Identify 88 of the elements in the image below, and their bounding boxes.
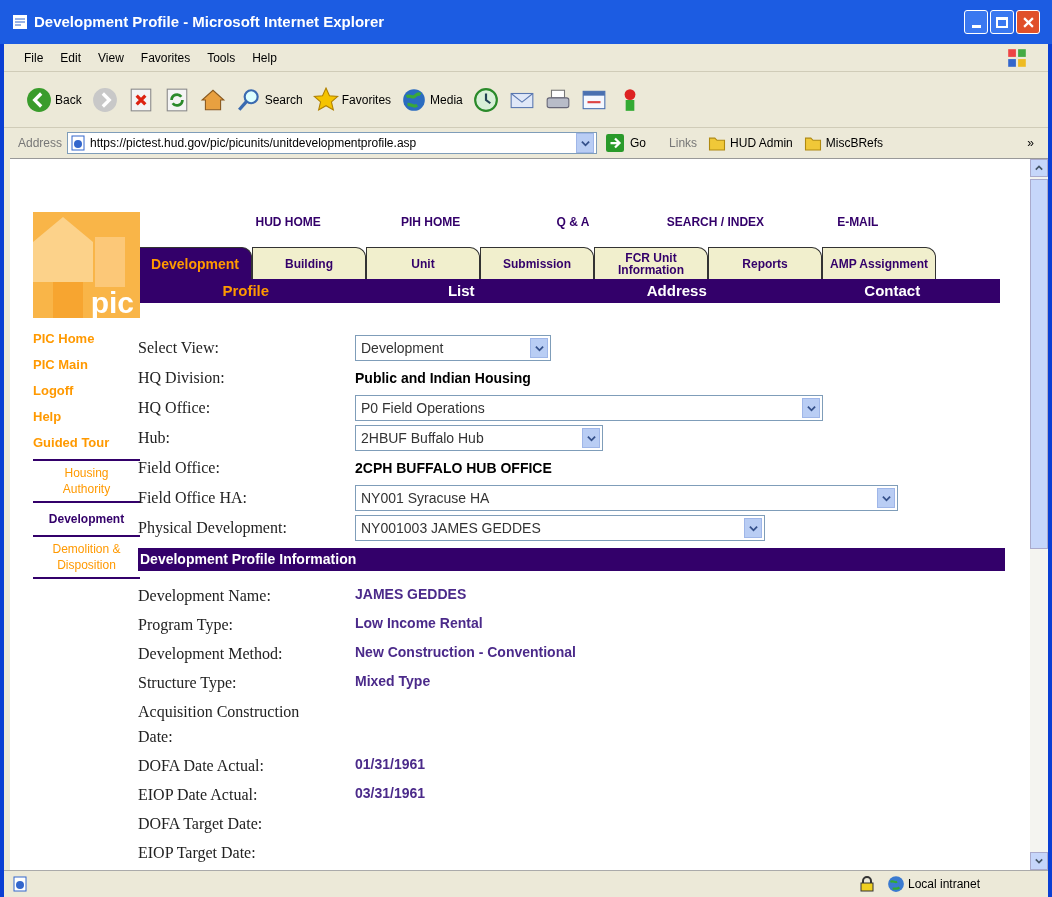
section-header: Development Profile Information	[138, 548, 1005, 571]
top-nav-link[interactable]: E-MAIL	[786, 213, 929, 231]
form-label: Field Office HA:	[138, 488, 248, 508]
clock-icon	[472, 86, 499, 113]
profile-value: Mixed Type	[355, 672, 431, 691]
menu-item[interactable]: Favorites	[140, 48, 191, 67]
profile-value: 01/31/1961	[355, 755, 426, 774]
more-links[interactable]: »	[1027, 134, 1034, 152]
form-label: Select View:	[138, 338, 220, 358]
scroll-up-button[interactable]	[1030, 159, 1048, 177]
form-label: Physical Development:	[138, 518, 288, 539]
profile-label: Development Method:	[138, 644, 284, 665]
form-label: Hub:	[138, 428, 171, 448]
menu-item[interactable]: File	[24, 48, 44, 67]
scroll-thumb[interactable]	[1030, 179, 1048, 549]
profile-label: EIOP Date Actual:	[138, 785, 259, 805]
top-nav-link[interactable]: PIH HOME	[359, 213, 502, 231]
tab[interactable]: AMP Assignment	[822, 247, 936, 279]
side-section-link[interactable]: Development	[38, 511, 135, 527]
form-label: HQ Office:	[138, 398, 212, 418]
page-icon	[70, 135, 87, 151]
search-button[interactable]: Search	[235, 86, 303, 113]
security-zone: Local intranet	[907, 876, 980, 893]
link-folder[interactable]: MiscBRefs	[803, 134, 884, 152]
top-nav-link[interactable]: SEARCH / INDEX	[644, 213, 787, 231]
links-label: Links	[669, 135, 698, 152]
x-icon	[1022, 16, 1034, 28]
profile-value: New Construction - Conventional	[355, 643, 576, 662]
dropdown[interactable]: P0 Field Operations	[355, 395, 823, 421]
address-field[interactable]: https://pictest.hud.gov/pic/picunits/unitdevelopmentprofile.asp	[67, 132, 598, 154]
dropdown[interactable]: NY001003 JAMES GEDDES	[355, 515, 765, 541]
profile-label: Development Name:	[138, 586, 272, 607]
profile-label: DOFA Target Date:	[138, 814, 264, 835]
menu-item[interactable]: Edit	[60, 48, 82, 67]
sub-tab[interactable]: Contact	[784, 279, 1000, 303]
search-icon	[235, 86, 262, 113]
dropdown[interactable]: Development	[355, 335, 551, 361]
profile-label: Acquisition Construction Date:	[138, 702, 301, 747]
tab[interactable]: Unit	[366, 247, 480, 279]
sub-tab[interactable]: Address	[569, 279, 785, 303]
tab[interactable]: Reports	[708, 247, 822, 279]
link-folder[interactable]: HUD Admin	[708, 134, 793, 152]
page-icon	[12, 876, 28, 892]
minimize-button[interactable]	[964, 10, 988, 34]
globe-icon	[401, 86, 428, 113]
dropdown[interactable]: 2HBUF Buffalo Hub	[355, 425, 603, 451]
maximize-button[interactable]	[990, 10, 1014, 34]
sub-tab[interactable]: Profile	[138, 279, 354, 303]
tab[interactable]: Submission	[480, 247, 594, 279]
menu-item[interactable]: Help	[252, 48, 277, 67]
go-button[interactable]: Go	[606, 134, 647, 152]
go-arrow-icon	[606, 134, 625, 152]
menu-item[interactable]: View	[98, 48, 124, 67]
favorites-button[interactable]: Favorites	[312, 86, 392, 113]
folder-icon	[803, 135, 822, 151]
globe-icon	[886, 875, 905, 893]
form-label: HQ Division:	[138, 368, 226, 388]
windows-logo-icon	[1006, 46, 1028, 69]
field-value: 2CPH BUFFALO HUB OFFICE	[355, 458, 552, 478]
tab[interactable]: FCR Unit Information	[594, 247, 708, 279]
star-icon	[312, 86, 339, 113]
scroll-down-button[interactable]	[1030, 852, 1048, 870]
tab[interactable]: Building	[252, 247, 366, 279]
profile-value: JAMES GEDDES	[355, 585, 467, 604]
profile-label: EIOP Target Date:	[138, 843, 257, 864]
profile-label: DOFA Date Actual:	[138, 756, 265, 776]
back-button[interactable]: Back	[26, 86, 82, 113]
sub-tab[interactable]: List	[353, 279, 569, 303]
ie-page-icon	[12, 14, 28, 30]
address-label: Address	[18, 135, 63, 152]
media-button[interactable]: Media	[401, 86, 463, 113]
profile-value: 03/31/1961	[355, 784, 426, 803]
field-value: Public and Indian Housing	[355, 368, 531, 388]
form-label: Field Office:	[138, 458, 221, 478]
top-nav-link[interactable]: HUD HOME	[217, 213, 360, 231]
folder-icon	[708, 135, 727, 151]
profile-label: Structure Type:	[138, 673, 238, 694]
tab[interactable]: Development	[138, 247, 252, 279]
dropdown[interactable]: NY001 Syracuse HA	[355, 485, 898, 511]
top-nav-link[interactable]: Q & A	[501, 213, 645, 231]
profile-label: Program Type:	[138, 615, 234, 636]
vertical-scrollbar[interactable]	[1030, 159, 1048, 870]
close-button[interactable]	[1016, 10, 1040, 34]
menu-item[interactable]: Tools	[207, 48, 236, 67]
padlock-icon	[858, 876, 875, 892]
profile-value: Low Income Rental	[355, 614, 483, 633]
history-button[interactable]	[472, 86, 499, 113]
window-title: Development Profile - Microsoft Internet Explorer	[34, 11, 385, 32]
